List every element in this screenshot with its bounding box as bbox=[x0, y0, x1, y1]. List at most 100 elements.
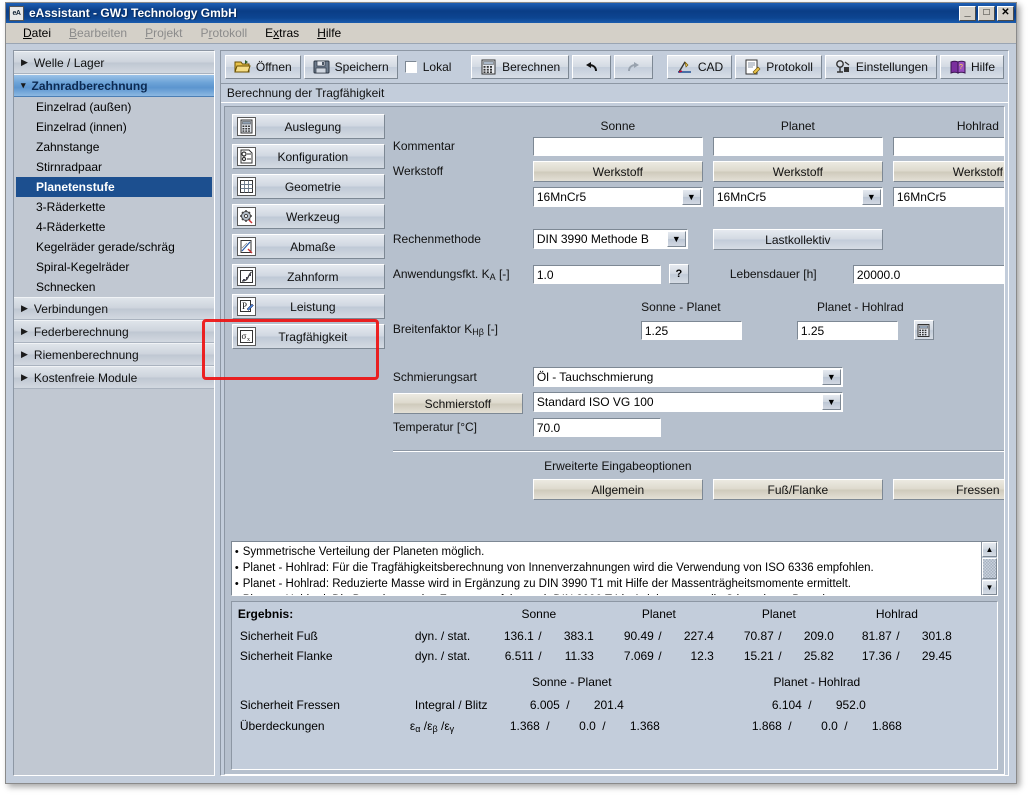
chevron-down-icon[interactable]: ▼ bbox=[821, 394, 841, 410]
undo-button[interactable] bbox=[572, 55, 612, 79]
allgemein-button[interactable]: Allgemein bbox=[532, 479, 703, 500]
cad-label: CAD bbox=[697, 60, 724, 74]
lastkollektiv-button[interactable]: Lastkollektiv bbox=[712, 229, 883, 250]
maximize-button[interactable]: □ bbox=[978, 5, 995, 21]
schmierungsart-select[interactable]: Öl - Tauchschmierung ▼ bbox=[532, 367, 843, 387]
message-text: Symmetrische Verteilung der Planeten mög… bbox=[242, 546, 485, 558]
kommentar-input-hohlrad[interactable] bbox=[892, 137, 1004, 156]
kommentar-input-planet[interactable] bbox=[712, 137, 883, 156]
close-button[interactable]: ✕ bbox=[997, 5, 1014, 21]
bullet-icon: • bbox=[234, 562, 239, 574]
breitenfaktor-label-sub: Hβ bbox=[472, 327, 484, 337]
cad-button[interactable]: CAD bbox=[666, 55, 733, 79]
nav-button-auslegung[interactable]: Auslegung bbox=[231, 114, 385, 139]
chevron-down-icon[interactable]: ▼ bbox=[666, 231, 686, 247]
breitenfaktor-label: Breitenfaktor KHβ [-] bbox=[393, 322, 498, 337]
sidebar-item-schnecken[interactable]: Schnecken bbox=[14, 277, 214, 297]
checkbox-box[interactable] bbox=[404, 61, 417, 73]
sidebar-item-einzelrad-aussen[interactable]: Einzelrad (außen) bbox=[14, 97, 214, 117]
nav-button-geometrie[interactable]: Geometrie bbox=[231, 174, 385, 199]
breitenfaktor-input-sonne-planet[interactable]: 1.25 bbox=[640, 321, 742, 340]
breitenfaktor-label-pre: Breitenfaktor K bbox=[392, 322, 473, 336]
sidebar-item-planetenstufe[interactable]: Planetenstufe bbox=[16, 177, 212, 197]
nav-button-tragfaehigkeit[interactable]: σx Tragfähigkeit bbox=[231, 324, 385, 349]
menu-datei[interactable]: Datei bbox=[14, 24, 60, 42]
nav-button-abmasse[interactable]: Abmaße bbox=[231, 234, 385, 259]
sidebar-group-riemenberechnung[interactable]: ▶ Riemenberechnung bbox=[14, 343, 214, 366]
fuss-flanke-button[interactable]: Fuß/Flanke bbox=[712, 479, 883, 500]
help-button[interactable]: ? Hilfe bbox=[939, 55, 1004, 79]
sidebar-item-4-raederkette[interactable]: 4-Räderkette bbox=[14, 217, 214, 237]
settings-button[interactable]: Einstellungen bbox=[824, 55, 937, 79]
menu-bearbeiten[interactable]: Bearbeiten bbox=[60, 24, 136, 42]
kommentar-input-sonne[interactable] bbox=[532, 137, 703, 156]
sidebar-group-federberechnung[interactable]: ▶ Federberechnung bbox=[14, 320, 214, 343]
chevron-down-icon: ▾ bbox=[21, 80, 26, 90]
fressen-button[interactable]: Fressen bbox=[892, 479, 1004, 500]
sidebar-item-einzelrad-innen[interactable]: Einzelrad (innen) bbox=[14, 117, 214, 137]
sidebar-group-verbindungen[interactable]: ▶ Verbindungen bbox=[14, 297, 214, 320]
nav-button-werkzeug[interactable]: Werkzeug bbox=[231, 204, 385, 229]
scroll-down-icon[interactable]: ▼ bbox=[982, 580, 997, 595]
breitenfaktor-input-planet-hohlrad[interactable]: 1.25 bbox=[796, 321, 898, 340]
protocol-button[interactable]: Protokoll bbox=[735, 55, 822, 79]
result-separator: / bbox=[658, 629, 662, 643]
werkstoff-button-hohlrad[interactable]: Werkstoff bbox=[892, 161, 1004, 182]
schmierstoff-button[interactable]: Schmierstoff bbox=[392, 393, 523, 414]
message-list-scrollbar[interactable]: ▲ ▼ bbox=[981, 542, 997, 595]
nav-button-konfiguration[interactable]: Konfiguration bbox=[231, 144, 385, 169]
werkstoff-select-sonne[interactable]: 16MnCr5 ▼ bbox=[532, 187, 703, 207]
sidebar-item-zahnstange[interactable]: Zahnstange bbox=[14, 137, 214, 157]
chevron-down-icon[interactable]: ▼ bbox=[861, 189, 881, 205]
menu-projekt[interactable]: Projekt bbox=[136, 24, 191, 42]
chevron-down-icon[interactable]: ▼ bbox=[681, 189, 701, 205]
results-header-planet-2: Planet bbox=[761, 607, 796, 621]
message-list[interactable]: • Symmetrische Verteilung der Planeten mö… bbox=[230, 541, 998, 596]
lebensdauer-input[interactable]: 20000.0 bbox=[852, 265, 1004, 284]
sidebar-item-spiral-kegelraeder[interactable]: Spiral-Kegelräder bbox=[14, 257, 214, 277]
rechenmethode-select[interactable]: DIN 3990 Methode B ▼ bbox=[532, 229, 688, 249]
main-panel: Öffnen Speichern Lokal Berechnen CAD Pro… bbox=[219, 50, 1009, 776]
cad-icon bbox=[677, 61, 691, 73]
sidebar-item-label: Kostenfreie Module bbox=[33, 370, 138, 385]
chevron-right-icon: ▶ bbox=[21, 303, 28, 313]
schmierstoff-select[interactable]: Standard ISO VG 100 ▼ bbox=[532, 392, 843, 412]
werkstoff-button-sonne[interactable]: Werkstoff bbox=[532, 161, 703, 182]
sidebar-item-stirnradpaar[interactable]: Stirnradpaar bbox=[14, 157, 214, 177]
menu-extras[interactable]: Extras bbox=[256, 24, 308, 42]
nav-button-leistung[interactable]: P Leistung bbox=[231, 294, 385, 319]
minimize-button[interactable]: _ bbox=[959, 5, 976, 21]
sidebar-item-3-raederkette[interactable]: 3-Räderkette bbox=[14, 197, 214, 217]
protocol-label: Protokoll bbox=[766, 60, 813, 74]
bullet-icon: • bbox=[234, 578, 239, 590]
nav-button-zahnform[interactable]: Zahnform bbox=[231, 264, 385, 289]
werkstoff-label: Werkstoff bbox=[392, 164, 444, 178]
menu-protokoll[interactable]: Protokoll bbox=[191, 24, 256, 42]
werkstoff-select-hohlrad[interactable]: 16MnCr5 ▼ bbox=[892, 187, 1004, 207]
anwendungsfkt-help-button[interactable]: ? bbox=[668, 264, 689, 284]
werkstoff-button-planet[interactable]: Werkstoff bbox=[712, 161, 883, 182]
redo-button[interactable] bbox=[614, 55, 654, 79]
sidebar-group-kostenfreie-module[interactable]: ▶ Kostenfreie Module bbox=[14, 366, 214, 389]
scroll-up-icon[interactable]: ▲ bbox=[982, 542, 997, 557]
sidebar-group-zahnradberechnung[interactable]: ▾ Zahnradberechnung bbox=[14, 74, 214, 97]
breitenfaktor-calc-button[interactable] bbox=[913, 320, 934, 340]
local-checkbox[interactable]: Lokal bbox=[401, 55, 458, 79]
open-button[interactable]: Öffnen bbox=[224, 55, 301, 79]
chevron-down-icon[interactable]: ▼ bbox=[821, 369, 841, 385]
temperatur-input[interactable]: 70.0 bbox=[532, 418, 661, 437]
result-value: 15.21 bbox=[743, 649, 774, 663]
dimension-icon bbox=[236, 237, 256, 256]
save-button[interactable]: Speichern bbox=[303, 55, 398, 79]
chevron-right-icon: ▶ bbox=[21, 372, 28, 382]
gear-settings-icon bbox=[836, 60, 850, 73]
sidebar-item-label: Riemenberechnung bbox=[33, 347, 139, 362]
sidebar-item-kegelraeder[interactable]: Kegelräder gerade/schräg bbox=[14, 237, 214, 257]
redo-arrow-icon bbox=[628, 62, 640, 72]
anwendungsfkt-input[interactable]: 1.0 bbox=[532, 265, 661, 284]
scrollbar-thumb[interactable] bbox=[982, 558, 997, 579]
sidebar-group-welle-lager[interactable]: ▶ Welle / Lager bbox=[14, 51, 214, 74]
calculate-button[interactable]: Berechnen bbox=[471, 55, 570, 79]
menu-hilfe[interactable]: Hilfe bbox=[308, 24, 350, 42]
werkstoff-select-planet[interactable]: 16MnCr5 ▼ bbox=[712, 187, 883, 207]
